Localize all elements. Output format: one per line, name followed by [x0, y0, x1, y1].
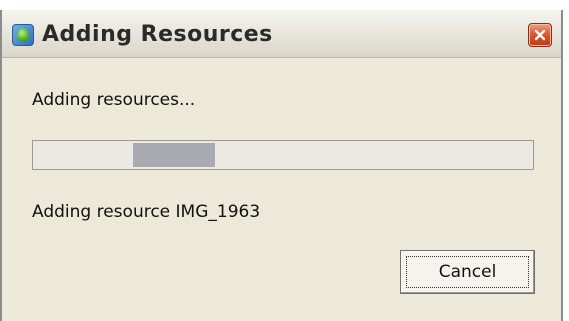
- progress-bar-fill: [133, 143, 215, 167]
- app-leaf-icon: [12, 24, 34, 46]
- adding-resources-dialog: Adding Resources Adding resources... Add…: [0, 10, 563, 321]
- progress-bar: [32, 140, 534, 170]
- status-label: Adding resources...: [32, 90, 196, 110]
- current-resource-label: Adding resource IMG_1963: [32, 202, 261, 222]
- window-title: Adding Resources: [42, 22, 273, 47]
- leaf-shape: [17, 28, 29, 42]
- dialog-content: Adding resources... Adding resource IMG_…: [2, 58, 561, 321]
- cancel-button-label: Cancel: [406, 256, 529, 288]
- close-button[interactable]: [528, 23, 552, 47]
- title-bar[interactable]: Adding Resources: [2, 10, 561, 58]
- cancel-button[interactable]: Cancel: [400, 250, 535, 294]
- close-icon: [534, 29, 546, 41]
